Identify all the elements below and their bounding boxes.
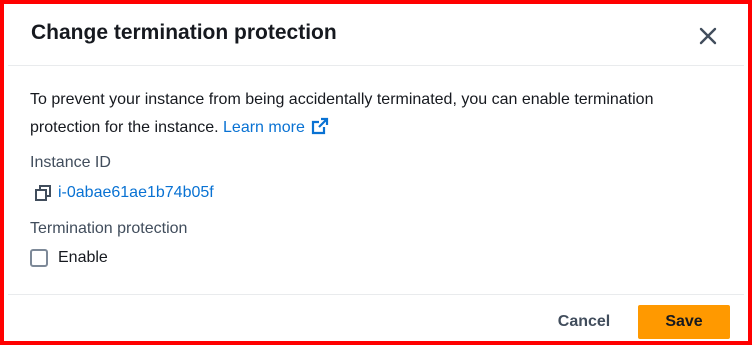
enable-label[interactable]: Enable bbox=[58, 249, 108, 267]
cancel-button[interactable]: Cancel bbox=[554, 305, 614, 339]
external-link-icon bbox=[311, 117, 329, 145]
dialog-title: Change termination protection bbox=[31, 21, 337, 44]
save-button[interactable]: Save bbox=[638, 305, 730, 339]
modal-dialog: Change termination protection To prevent… bbox=[0, 0, 752, 345]
learn-more-label: Learn more bbox=[223, 119, 305, 136]
termination-protection-label: Termination protection bbox=[30, 220, 188, 237]
dialog-body: To prevent your instance from being acci… bbox=[30, 86, 722, 145]
dialog-footer: Cancel Save bbox=[8, 294, 744, 346]
enable-checkbox-row[interactable]: Enable bbox=[30, 249, 108, 267]
dialog-header: Change termination protection bbox=[8, 8, 744, 66]
description: To prevent your instance from being acci… bbox=[30, 86, 670, 145]
copy-icon[interactable] bbox=[34, 184, 52, 202]
instance-id-link[interactable]: i-0abae61ae1b74b05f bbox=[58, 184, 214, 202]
enable-checkbox[interactable] bbox=[30, 249, 48, 267]
description-text: To prevent your instance from being acci… bbox=[30, 91, 654, 136]
instance-id-label: Instance ID bbox=[30, 154, 111, 171]
close-icon bbox=[699, 27, 717, 45]
learn-more-link[interactable]: Learn more bbox=[223, 117, 329, 136]
instance-id-row: i-0abae61ae1b74b05f bbox=[34, 184, 214, 202]
close-button[interactable] bbox=[696, 24, 720, 48]
